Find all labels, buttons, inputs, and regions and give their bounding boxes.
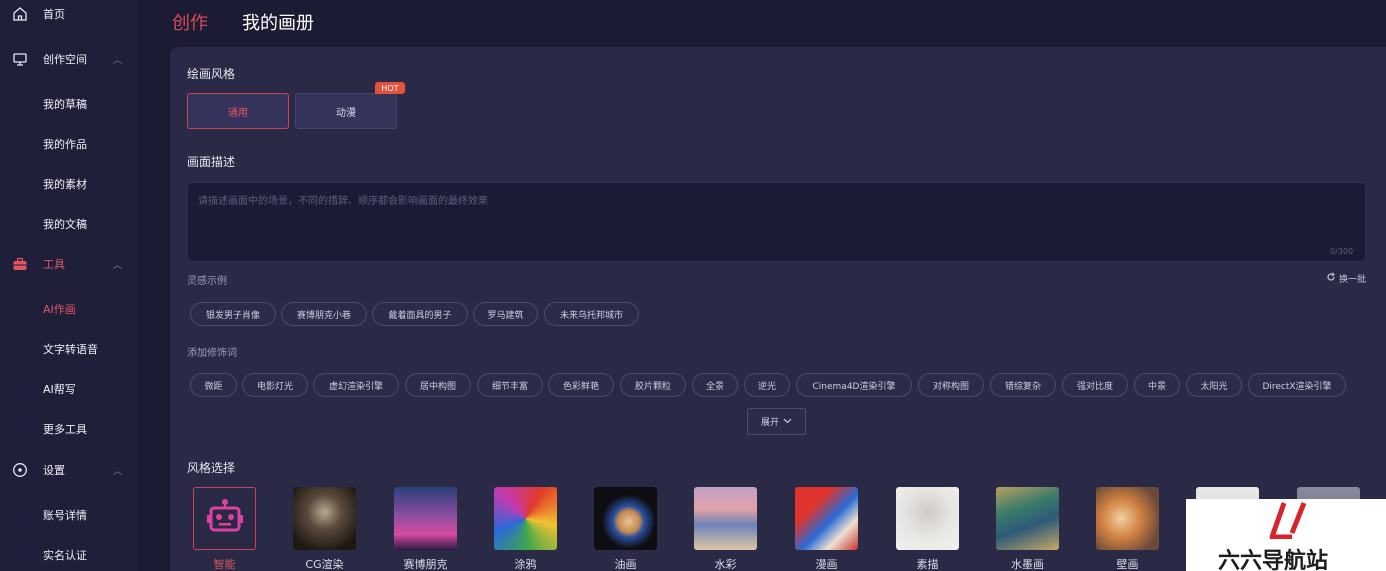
- modifier-chip[interactable]: 逆光: [744, 373, 790, 397]
- style-thumb-comic[interactable]: [795, 487, 858, 550]
- modifier-chip[interactable]: Cinema4D渲染引擎: [796, 373, 912, 397]
- modifier-chip[interactable]: 强对比度: [1062, 373, 1128, 397]
- style-general-button[interactable]: 通用: [187, 93, 289, 129]
- style-select-title: 风格选择: [187, 461, 236, 475]
- style-thumb-sketch[interactable]: [896, 487, 959, 550]
- nav-settings[interactable]: 设置 ︿: [0, 458, 138, 482]
- style-label-oil: 油画: [614, 558, 637, 571]
- sidebar-item-more-tools[interactable]: 更多工具: [43, 421, 87, 437]
- style-thumb-graffiti[interactable]: [494, 487, 557, 550]
- nav-tools-label: 工具: [43, 258, 65, 271]
- nav-home-label: 首页: [43, 8, 65, 21]
- modifier-chip[interactable]: 细节丰富: [477, 373, 543, 397]
- watermark: 六六导航站: [1186, 499, 1386, 571]
- modifier-chip[interactable]: 电影灯光: [242, 373, 308, 397]
- sidebar-item-ai-painting[interactable]: AI作画: [43, 301, 76, 317]
- refresh-label: 换一批: [1339, 275, 1367, 285]
- modifier-chip[interactable]: 微距: [190, 373, 237, 397]
- robot-icon: [205, 497, 245, 541]
- settings-icon: [11, 461, 29, 479]
- modifier-chip[interactable]: 对称构图: [918, 373, 984, 397]
- style-thumb-cyberpunk[interactable]: [394, 487, 457, 550]
- nav-create-space[interactable]: 创作空间 ︿: [0, 47, 138, 71]
- modifier-chip[interactable]: 错综复杂: [990, 373, 1056, 397]
- modifier-chip[interactable]: 中景: [1134, 373, 1180, 397]
- nav-settings-label: 设置: [43, 464, 65, 477]
- nav-create-space-label: 创作空间: [43, 53, 87, 66]
- example-chip[interactable]: 罗马建筑: [473, 302, 538, 326]
- expand-button[interactable]: 展开: [747, 408, 806, 435]
- style-label-cyberpunk: 赛博朋克: [403, 558, 448, 571]
- style-label-sketch: 素描: [916, 558, 939, 571]
- style-label-mural: 壁画: [1116, 558, 1139, 571]
- description-title: 画面描述: [187, 155, 236, 169]
- example-chip[interactable]: 未来乌托邦城市: [544, 302, 639, 326]
- style-label-cg: CG渲染: [305, 558, 344, 571]
- sidebar-item-account[interactable]: 账号详情: [43, 507, 87, 523]
- modifiers-title: 添加修饰词: [187, 348, 237, 359]
- sidebar-item-drafts[interactable]: 我的草稿: [43, 96, 87, 112]
- sidebar-item-works[interactable]: 我的作品: [43, 136, 87, 152]
- tab-my-album[interactable]: 我的画册: [242, 9, 314, 35]
- paint-style-title: 绘画风格: [187, 67, 236, 81]
- style-thumb-ink[interactable]: [996, 487, 1059, 550]
- nav-home[interactable]: 首页: [0, 2, 138, 26]
- sidebar-item-documents[interactable]: 我的文稿: [43, 216, 87, 232]
- watermark-logo: [1264, 501, 1314, 543]
- style-label-smart: 智能: [213, 558, 236, 571]
- modifier-chip[interactable]: 胶片颗粒: [620, 373, 686, 397]
- description-input[interactable]: [187, 182, 1366, 262]
- example-chip[interactable]: 戴着面具的男子: [372, 302, 468, 326]
- style-label-ink: 水墨画: [1011, 558, 1044, 571]
- example-chip[interactable]: 赛博朋克小巷: [281, 302, 367, 326]
- style-label-watercolor: 水彩: [714, 558, 737, 571]
- modifier-chip[interactable]: 色彩鲜艳: [548, 373, 614, 397]
- modifier-chip[interactable]: DirectX渲染引擎: [1248, 373, 1346, 397]
- refresh-icon: [1326, 272, 1336, 285]
- tab-create[interactable]: 创作: [172, 9, 208, 35]
- style-label-comic: 漫画: [815, 558, 838, 571]
- sidebar-item-ai-writing[interactable]: AI帮写: [43, 381, 76, 397]
- style-thumb-smart[interactable]: [193, 487, 256, 550]
- nav-tools[interactable]: 工具 ︿: [0, 252, 138, 276]
- chevron-down-icon: [783, 417, 792, 427]
- monitor-icon: [11, 50, 29, 68]
- style-thumb-oil[interactable]: [594, 487, 657, 550]
- chevron-up-icon: ︿: [113, 55, 123, 66]
- expand-label: 展开: [760, 418, 779, 428]
- modifier-chip[interactable]: 太阳光: [1186, 373, 1242, 397]
- style-anime-button[interactable]: 动漫: [295, 93, 397, 129]
- sidebar-item-materials[interactable]: 我的素材: [43, 176, 87, 192]
- modifier-chip[interactable]: 居中构图: [405, 373, 471, 397]
- inspiration-title: 灵感示例: [187, 276, 227, 287]
- char-counter: 0/300: [1330, 247, 1354, 256]
- refresh-button[interactable]: 换一批: [1326, 272, 1366, 285]
- toolbox-icon: [11, 255, 29, 273]
- style-label-graffiti: 涂鸦: [514, 558, 537, 571]
- modifier-chip[interactable]: 虚幻渲染引擎: [313, 373, 399, 397]
- watermark-text: 六六导航站: [1218, 549, 1329, 571]
- modifier-chip[interactable]: 全景: [692, 373, 738, 397]
- sidebar-item-verification[interactable]: 实名认证: [43, 547, 87, 563]
- home-icon: [11, 5, 29, 23]
- style-thumb-cg[interactable]: [293, 487, 356, 550]
- hot-badge: HOT: [375, 82, 405, 94]
- sidebar-item-text-to-speech[interactable]: 文字转语音: [43, 341, 98, 357]
- sidebar: 首页 创作空间 ︿ 我的草稿 我的作品 我的素材 我的文稿 工具 ︿ AI作画 …: [0, 0, 138, 571]
- example-chip[interactable]: 银发男子肖像: [190, 302, 276, 326]
- chevron-up-icon: ︿: [113, 466, 123, 477]
- chevron-up-icon: ︿: [113, 260, 123, 271]
- style-thumb-watercolor[interactable]: [694, 487, 757, 550]
- style-thumb-mural[interactable]: [1096, 487, 1159, 550]
